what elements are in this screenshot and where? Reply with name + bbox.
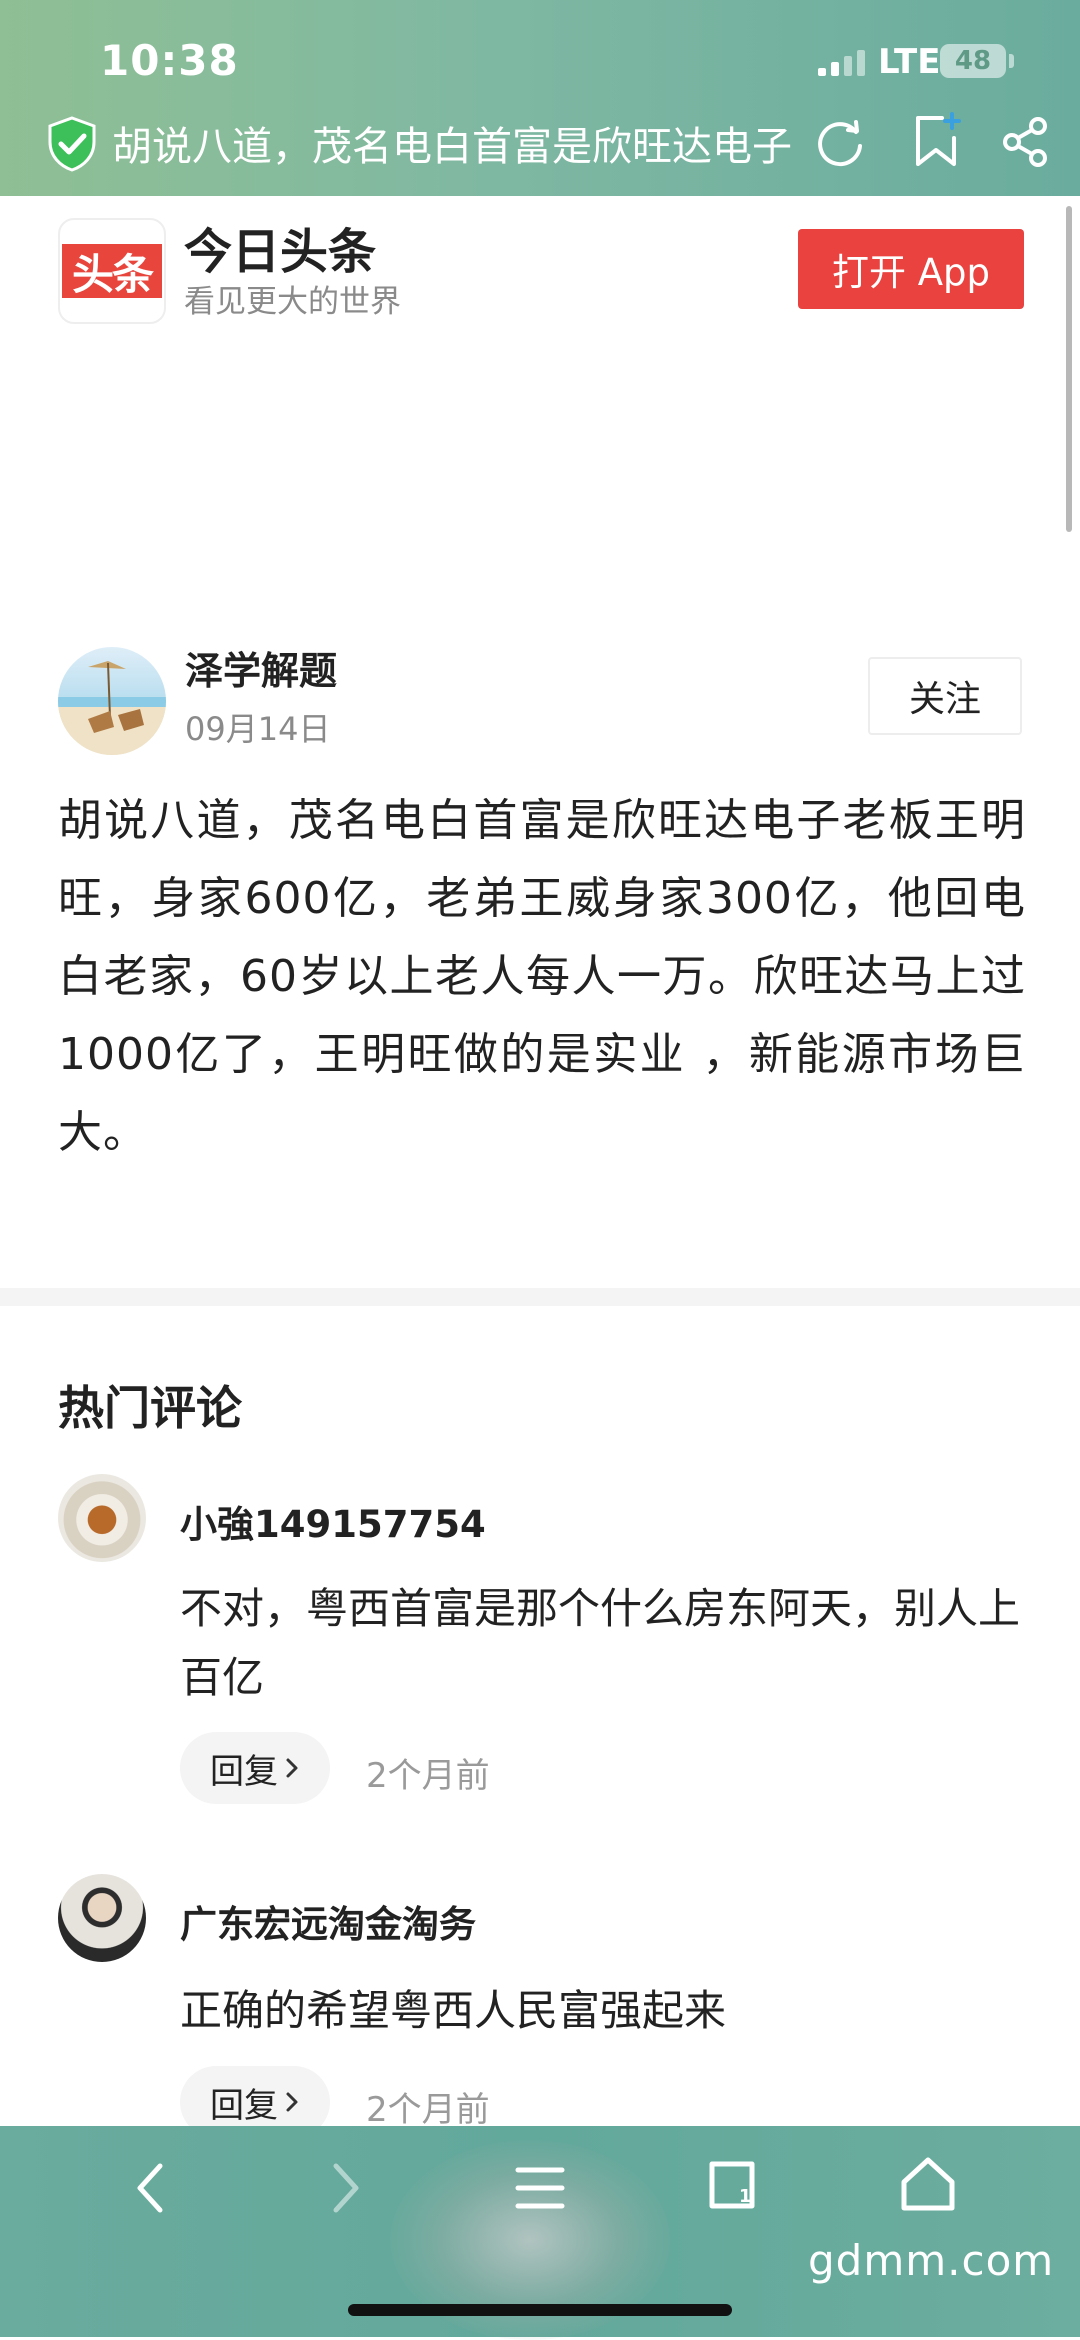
tabs-icon[interactable]: 1 xyxy=(702,2156,762,2216)
home-icon[interactable] xyxy=(896,2154,960,2216)
toutiao-logo[interactable]: 头条 xyxy=(58,218,166,324)
svg-text:1: 1 xyxy=(739,2186,752,2207)
commenter-avatar[interactable] xyxy=(58,1874,146,1962)
open-app-button[interactable]: 打开 App xyxy=(798,229,1024,309)
commenter-avatar[interactable] xyxy=(58,1474,146,1562)
beach-chairs-image xyxy=(58,661,166,755)
app-slogan: 看见更大的世界 xyxy=(184,284,401,320)
post-date: 09月14日 xyxy=(185,710,331,748)
status-time: 10:38 xyxy=(100,36,239,85)
logo-text: 头条 xyxy=(62,244,162,299)
battery-level: 48 xyxy=(954,46,992,76)
chevron-right-icon xyxy=(286,2092,298,2112)
chevron-right-icon xyxy=(286,1758,298,1778)
author-name[interactable]: 泽学解题 xyxy=(185,640,337,695)
home-indicator[interactable] xyxy=(348,2304,732,2316)
reply-label: 回复 xyxy=(210,2085,278,2126)
commenter-name[interactable]: 广东宏远淘金淘务 xyxy=(180,1894,476,1948)
comment-time: 2个月前 xyxy=(366,2090,490,2130)
add-bookmark-icon[interactable] xyxy=(912,112,964,170)
comment-time: 2个月前 xyxy=(366,1756,490,1796)
menu-icon[interactable] xyxy=(510,2160,570,2216)
app-name: 今日头条 xyxy=(184,224,377,280)
reply-button[interactable]: 回复 xyxy=(180,1732,330,1804)
battery-tip xyxy=(1009,54,1014,68)
section-divider xyxy=(0,1288,1080,1306)
hot-comments-heading: 热门评论 xyxy=(58,1381,242,1435)
reload-icon[interactable] xyxy=(814,116,866,168)
back-arrow-icon[interactable] xyxy=(130,2158,174,2218)
secure-shield-icon[interactable] xyxy=(46,116,98,172)
network-type: LTE xyxy=(878,42,941,82)
forward-arrow-icon[interactable] xyxy=(322,2158,366,2218)
cellular-signal-icon xyxy=(818,50,865,76)
battery-icon: 48 xyxy=(940,44,1006,78)
page-scrollbar[interactable] xyxy=(1066,206,1072,532)
comment-text: 不对，粤西首富是那个什么房东阿天，别人上百亿 xyxy=(180,1584,1021,1702)
address-bar-title[interactable]: 胡说八道，茂名电白首富是欣旺达电子 xyxy=(112,114,812,172)
commenter-name[interactable]: 小強149157754 xyxy=(180,1494,486,1548)
follow-button[interactable]: 关注 xyxy=(868,657,1022,735)
comment-text: 正确的希望粤西人民富强起来 xyxy=(180,1986,727,2035)
reply-label: 回复 xyxy=(210,1751,278,1792)
article-content: 胡说八道，茂名电白首富是欣旺达电子老板王明旺，身家600亿，老弟王威身家300亿… xyxy=(58,795,1026,1158)
watermark: gdmm.com xyxy=(808,2236,1055,2285)
share-icon[interactable] xyxy=(1000,116,1052,168)
author-avatar[interactable] xyxy=(58,647,166,755)
